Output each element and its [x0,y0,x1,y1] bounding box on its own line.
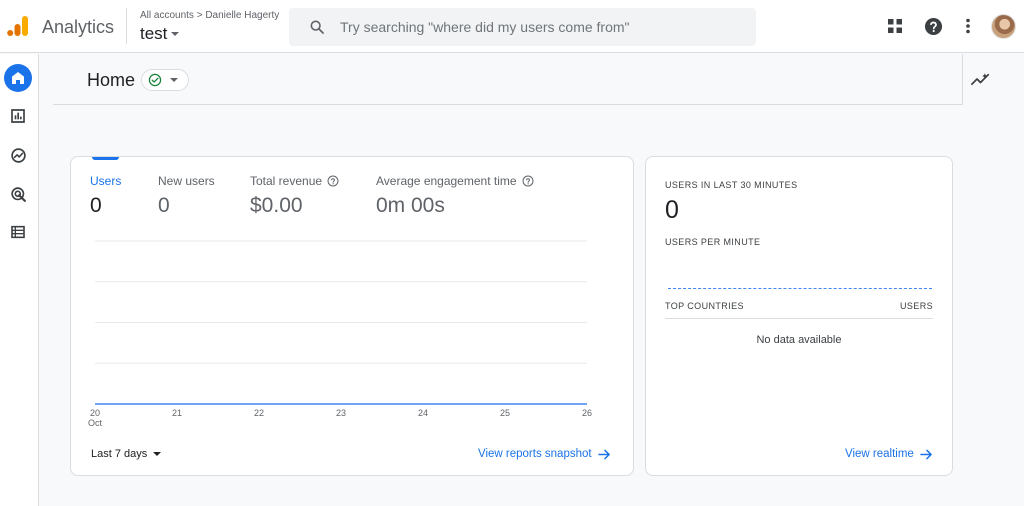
users-line-chart: 20Oct 21 22 23 24 25 26 [88,240,592,428]
bar-chart-icon [11,109,25,123]
active-tab-indicator [92,157,119,160]
analytics-logo-icon[interactable] [7,14,29,38]
x-tick-label: 26 [582,408,592,418]
x-tick-label: 20 [90,408,100,418]
nav-home[interactable] [4,64,32,92]
metric-value: $0.00 [250,194,303,217]
metric-engagement-time-tab[interactable]: Average engagement time 0m 00s [376,174,534,218]
metric-users-tab[interactable]: Users 0 [90,174,121,218]
users-per-minute-label: USERS PER MINUTE [665,237,761,247]
check-circle-icon [148,73,162,87]
list-icon [11,225,25,239]
realtime-card: USERS IN LAST 30 MINUTES 0 USERS PER MIN… [645,156,953,476]
help-outline-icon[interactable] [327,175,339,187]
nav-advertising[interactable] [4,180,32,208]
more-vert-icon[interactable] [958,16,978,36]
metric-label: Users [90,174,122,188]
col-users: USERS [899,301,933,311]
top-countries-header: TOP COUNTRIES USERS [665,301,933,319]
realtime-title: USERS IN LAST 30 MINUTES [665,180,798,190]
account-breadcrumb[interactable]: All accounts > Danielle Hagerty [140,10,279,21]
apps-grid-icon[interactable] [885,16,905,36]
link-label: View realtime [845,448,914,460]
col-top-countries: TOP COUNTRIES [665,301,744,311]
search-icon [310,20,324,34]
users-per-minute-baseline [668,288,932,289]
metric-label: New users [158,174,215,188]
page-title: Home [87,70,136,90]
search-input[interactable] [340,19,720,35]
metric-value: 0 [90,194,102,217]
metric-label: Average engagement time [376,174,517,188]
explore-icon [10,147,26,163]
metric-label: Total revenue [250,174,323,188]
overview-card: Users 0 New users 0 Total revenue $0.00 … [70,156,634,476]
target-icon [10,186,26,202]
date-range-label: Last 7 days [91,448,148,460]
data-status-chip[interactable] [141,69,189,91]
x-tick-sublabel: Oct [88,418,103,428]
dropdown-arrow-icon [170,78,178,82]
property-selector[interactable]: test [140,24,180,44]
x-tick-label: 22 [254,408,264,418]
metric-total-revenue-tab[interactable]: Total revenue $0.00 [250,174,339,218]
left-nav [0,54,39,506]
arrow-right-icon [597,449,610,459]
date-range-selector[interactable]: Last 7 days [91,448,162,460]
avatar[interactable] [991,14,1016,39]
dropdown-arrow-icon [153,452,162,456]
view-reports-snapshot-link[interactable]: View reports snapshot [478,448,611,460]
x-tick-label: 23 [336,408,346,418]
help-icon[interactable] [923,16,943,36]
property-name: test [140,24,168,43]
metric-value: 0m 00s [376,194,445,217]
nav-explore[interactable] [4,141,32,169]
divider [126,8,127,44]
home-icon [12,72,24,84]
dropdown-arrow-icon [171,32,180,36]
x-tick-label: 21 [172,408,182,418]
metric-value: 0 [158,194,170,217]
help-outline-icon[interactable] [522,175,534,187]
insights-button[interactable] [970,70,990,88]
top-app-bar: Analytics All accounts > Danielle Hagert… [0,0,1024,53]
realtime-user-count: 0 [665,196,679,224]
view-realtime-link[interactable]: View realtime [845,448,933,460]
app-name: Analytics [42,17,115,37]
empty-state-text: No data available [756,334,842,346]
nav-reports[interactable] [4,102,32,130]
x-tick-label: 25 [500,408,510,418]
insights-icon [970,73,989,86]
nav-configure[interactable] [4,218,32,246]
x-tick-label: 24 [418,408,428,418]
header-divider [53,104,963,105]
link-label: View reports snapshot [478,448,592,460]
metric-new-users-tab[interactable]: New users 0 [158,174,215,218]
search-bar[interactable] [289,8,756,46]
arrow-right-icon [920,449,932,459]
